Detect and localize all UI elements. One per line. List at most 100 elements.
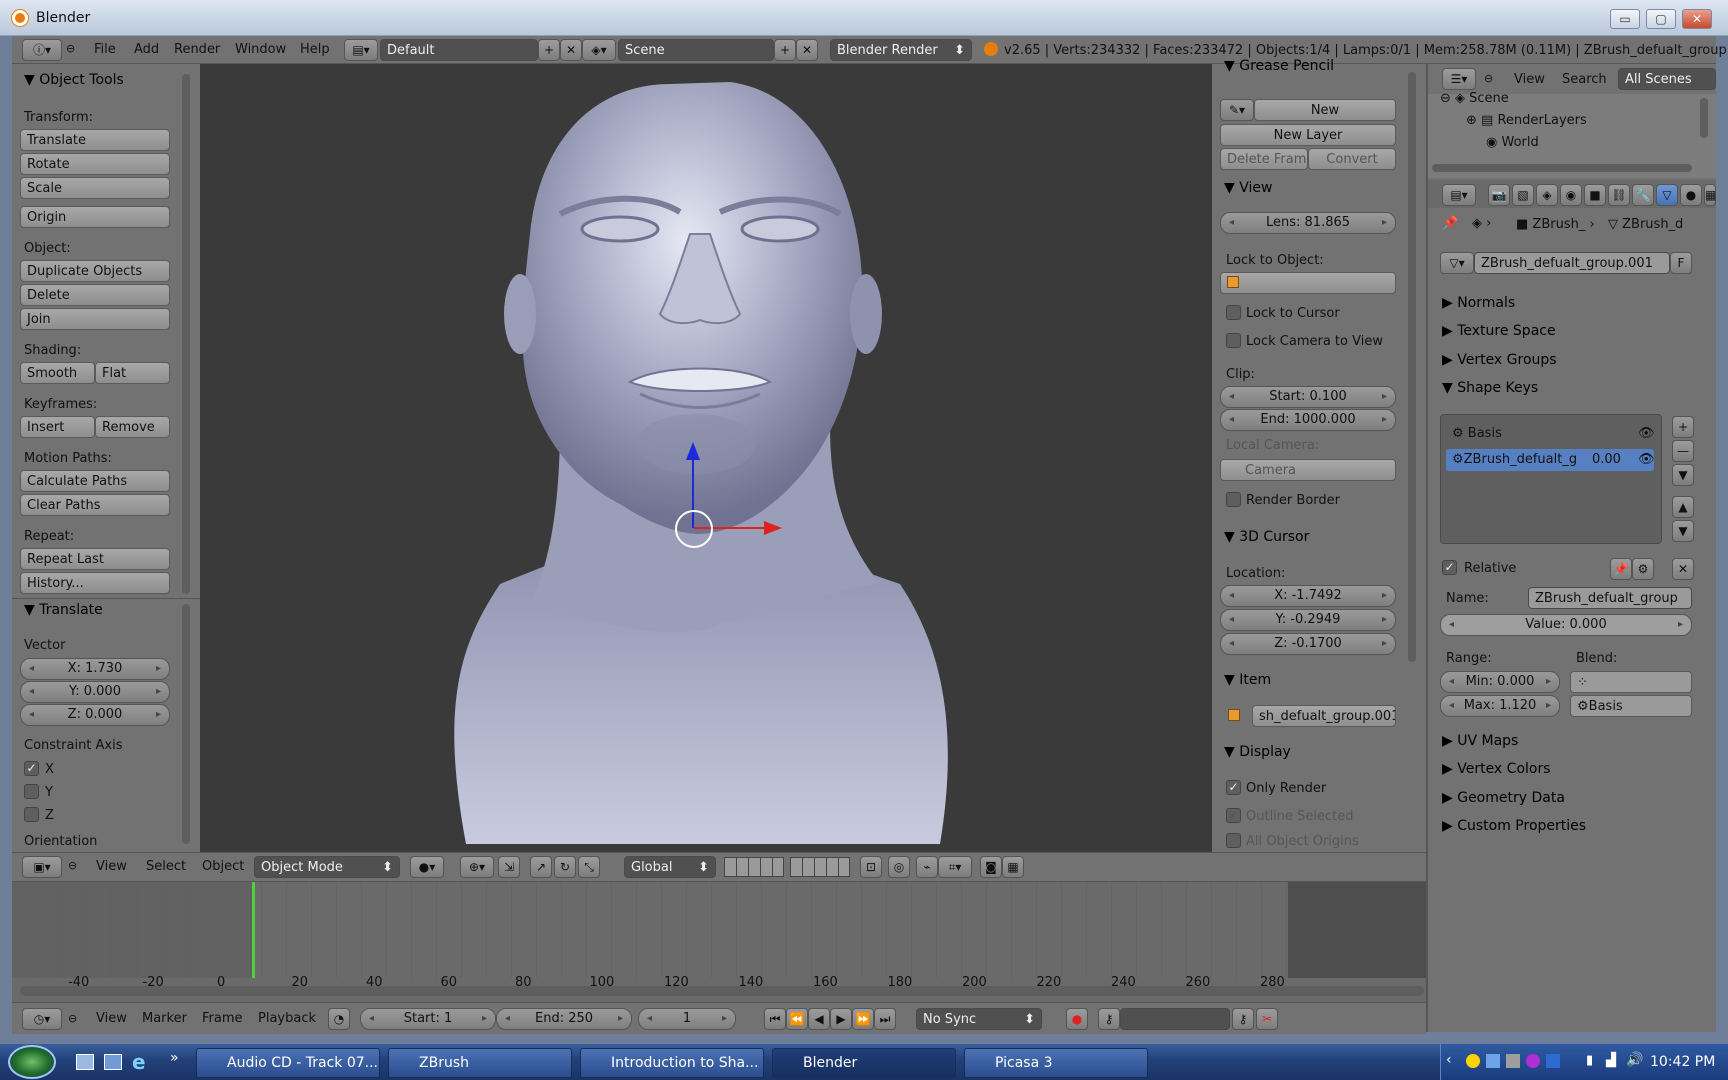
collapse-menu-icon[interactable]: ⊖ [68, 1012, 77, 1025]
play-icon[interactable]: ▶ [830, 1008, 852, 1030]
vector-z-field[interactable]: Z: 0.000 [20, 704, 170, 726]
editor-type-timeline-icon[interactable]: ◷▾ [22, 1008, 62, 1030]
translate-button[interactable]: Translate [20, 129, 170, 151]
clip-start-field[interactable]: Start: 0.100 [1220, 386, 1396, 408]
constraint-x-checkbox[interactable]: ✓ [24, 761, 39, 776]
origin-button[interactable]: Origin [20, 206, 170, 228]
3d-cursor-header[interactable]: ▼ 3D Cursor [1224, 529, 1309, 545]
layers-grid-1[interactable] [724, 857, 784, 877]
smooth-button[interactable]: Smooth [20, 362, 95, 384]
properties-scrollbar[interactable] [1408, 72, 1416, 662]
constraints-tab-icon[interactable]: ⛓ [1608, 184, 1630, 206]
vertex-colors-panel[interactable]: ▶ Vertex Colors [1442, 761, 1551, 777]
insert-keyframe-button[interactable]: Insert [20, 416, 95, 438]
scene-select-icon[interactable]: ◈▾ [582, 39, 616, 61]
task-audio-cd[interactable]: Audio CD - Track 07... [196, 1048, 380, 1078]
outliner-menu-view[interactable]: View [1514, 72, 1545, 87]
snap-element-icon[interactable]: ⌗▾ [938, 856, 972, 878]
vertex-groups-panel[interactable]: ▶ Vertex Groups [1442, 352, 1557, 368]
menu-object[interactable]: Object [202, 859, 244, 874]
item-header[interactable]: ▼ Item [1224, 672, 1271, 688]
start-frame-field[interactable]: Start: 1 [360, 1008, 496, 1030]
end-frame-field[interactable]: End: 250 [496, 1008, 632, 1030]
shape-pin-icon[interactable]: 📌 [1610, 558, 1632, 580]
switch-windows-icon[interactable] [104, 1054, 122, 1070]
zbrush-visibility-eye-icon[interactable]: 👁 [1638, 452, 1655, 467]
all-origins-checkbox[interactable] [1226, 833, 1241, 848]
calculate-paths-button[interactable]: Calculate Paths [20, 470, 170, 492]
menu-render[interactable]: Render [174, 42, 220, 57]
item-name-field[interactable]: sh_defualt_group.001 [1252, 705, 1396, 727]
outline-selected-checkbox[interactable]: ✓ [1226, 808, 1241, 823]
task-picasa[interactable]: Picasa 3 [964, 1048, 1148, 1078]
current-frame-indicator[interactable] [252, 882, 255, 978]
collapse-menu-icon[interactable]: ⊖ [68, 859, 77, 872]
delete-keyframe-icon[interactable]: ✂ [1256, 1008, 1278, 1030]
basis-visibility-eye-icon[interactable]: 👁 [1638, 426, 1655, 441]
menu-help[interactable]: Help [300, 42, 330, 57]
menu-view[interactable]: View [96, 859, 127, 874]
uv-maps-panel[interactable]: ▶ UV Maps [1442, 733, 1518, 749]
constraint-y-checkbox[interactable] [24, 784, 39, 799]
lock-layers-icon[interactable]: ⊡ [860, 856, 882, 878]
opengl-render-icon[interactable]: ◙ [980, 856, 1002, 878]
lock-camera-checkbox[interactable] [1226, 333, 1241, 348]
editor-type-info-icon[interactable]: ⓘ▾ [22, 39, 62, 61]
vector-y-field[interactable]: Y: 0.000 [20, 681, 170, 703]
jump-next-key-icon[interactable]: ⏩ [852, 1008, 874, 1030]
shape-key-basis[interactable]: ⚙ Basis [1452, 426, 1502, 441]
tray-power-icon[interactable]: ▮ [1586, 1053, 1593, 1068]
lock-to-cursor-checkbox[interactable] [1226, 305, 1241, 320]
translate-operator-header[interactable]: ▼ Translate [24, 602, 103, 618]
pin-icon[interactable]: 📌 [1442, 216, 1458, 231]
object-tab-icon[interactable]: ■ [1584, 184, 1606, 206]
snap-icon[interactable]: ⌁ [916, 856, 938, 878]
play-reverse-icon[interactable]: ◀ [808, 1008, 830, 1030]
vector-x-field[interactable]: X: 1.730 [20, 658, 170, 680]
texture-space-panel[interactable]: ▶ Texture Space [1442, 323, 1556, 339]
show-desktop-icon[interactable] [76, 1054, 94, 1070]
add-layout-icon[interactable]: + [538, 39, 560, 61]
join-button[interactable]: Join [20, 308, 170, 330]
quick-launch-more-icon[interactable]: » [170, 1050, 179, 1066]
local-camera-field[interactable]: Camera [1220, 459, 1396, 481]
scene-field[interactable]: Scene [618, 39, 774, 61]
repeat-last-button[interactable]: Repeat Last [20, 548, 170, 570]
render-engine-select[interactable]: Blender Render ⬍ [830, 39, 972, 61]
range-min-field[interactable]: Min: 0.000 [1440, 671, 1560, 693]
object-tools-header[interactable]: ▼ Object Tools [24, 72, 124, 88]
only-render-checkbox[interactable]: ✓ [1226, 780, 1241, 795]
pivot-point-icon[interactable]: ⊕▾ [460, 856, 494, 878]
task-blender-active[interactable]: Blender [772, 1048, 956, 1078]
clock[interactable]: 10:42 PM [1650, 1054, 1715, 1070]
add-scene-icon[interactable]: + [774, 39, 796, 61]
outliner-scrollbar[interactable] [1700, 98, 1708, 138]
manipulator-icon[interactable]: ⇲ [498, 856, 520, 878]
delete-frame-button[interactable]: Delete Frame [1220, 148, 1308, 170]
timeline-scrollbar[interactable] [20, 986, 1424, 996]
mesh-browse-icon[interactable]: ▽▾ [1440, 252, 1474, 274]
menu-add[interactable]: Add [134, 42, 159, 57]
timeline-editor[interactable]: -40 -20 0 20 40 60 80 100 120 140 160 180 200 220 240 2… [12, 882, 1426, 1002]
timeline-menu-playback[interactable]: Playback [258, 1011, 316, 1026]
remove-shape-key-icon[interactable]: — [1672, 440, 1694, 462]
custom-properties-panel[interactable]: ▶ Custom Properties [1442, 818, 1586, 834]
tool-shelf-scrollbar[interactable] [182, 74, 190, 594]
rotate-button[interactable]: Rotate [20, 153, 170, 175]
fake-user-button[interactable]: F [1670, 252, 1692, 274]
start-button[interactable] [8, 1045, 56, 1079]
keying-set-icon[interactable]: ⚷ [1098, 1008, 1120, 1030]
sync-mode-select[interactable]: No Sync ⬍ [916, 1008, 1042, 1030]
vertex-group-blend-field[interactable]: ⁘ [1570, 671, 1692, 693]
shape-key-specials-icon[interactable]: ▼ [1672, 464, 1694, 486]
preview-range-icon[interactable]: ◔ [328, 1008, 350, 1030]
outliner-menu-search[interactable]: Search [1562, 72, 1607, 87]
normals-panel[interactable]: ▶ Normals [1442, 295, 1515, 311]
move-key-up-icon[interactable]: ▲ [1672, 496, 1694, 518]
lens-field[interactable]: Lens: 81.865 [1220, 212, 1396, 234]
task-zbrush[interactable]: ZBrush [388, 1048, 572, 1078]
clear-paths-button[interactable]: Clear Paths [20, 494, 170, 516]
edit-mode-shape-icon[interactable]: ⚙ [1632, 558, 1654, 580]
maximize-button[interactable]: ▢ [1646, 9, 1676, 29]
render-border-checkbox[interactable] [1226, 492, 1241, 507]
